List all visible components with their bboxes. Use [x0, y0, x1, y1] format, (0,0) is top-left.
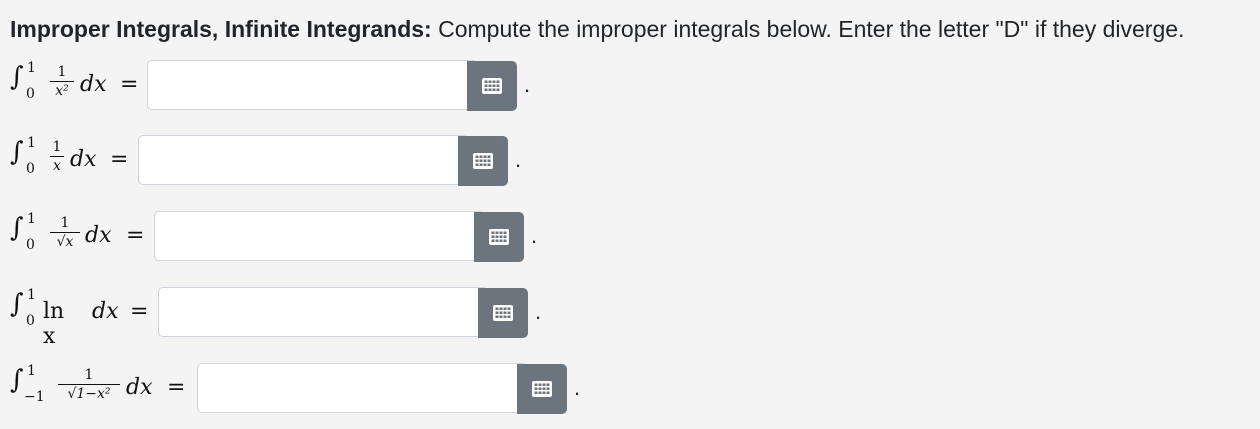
answer-input[interactable]	[154, 211, 484, 261]
fraction: 1 √1−x²	[58, 367, 120, 402]
problem-row-4: ∫ 1 0 ln x dx = .	[10, 287, 542, 349]
math-keyboard-button[interactable]	[467, 61, 517, 111]
problem-row-3: ∫ 1 0 1 √x dx = .	[10, 211, 1250, 265]
integrand: ln x	[43, 299, 65, 349]
lower-limit: 0	[26, 237, 35, 253]
period: .	[531, 223, 538, 248]
lower-limit: −1	[24, 389, 45, 405]
keyboard-icon	[493, 305, 513, 321]
keyboard-icon	[532, 381, 552, 397]
numerator: 1	[84, 367, 94, 383]
differential: dx	[80, 72, 107, 97]
math-keyboard-button[interactable]	[478, 288, 528, 338]
math-keyboard-button[interactable]	[517, 364, 567, 414]
math-keyboard-button[interactable]	[458, 136, 508, 186]
differential: dx	[70, 147, 97, 172]
fraction: 1 √x	[50, 215, 80, 250]
denominator: √1−x²	[67, 386, 111, 402]
answer-input[interactable]	[158, 287, 488, 337]
keyboard-icon	[482, 78, 502, 94]
math-keyboard-button[interactable]	[474, 212, 524, 262]
lower-limit: 0	[26, 86, 35, 102]
upper-limit: 1	[27, 60, 36, 76]
keyboard-icon	[473, 153, 493, 169]
lower-limit: 0	[26, 161, 35, 177]
upper-limit: 1	[27, 211, 36, 227]
instructions-text: Compute the improper integrals below. En…	[431, 16, 1185, 42]
answer-input[interactable]	[147, 60, 477, 110]
upper-limit: 1	[27, 363, 36, 379]
problem-row-5: ∫ 1 −1 1 √1−x² dx = .	[10, 363, 1250, 417]
equals-sign: =	[167, 375, 186, 400]
period: .	[524, 72, 531, 97]
numerator: 1	[57, 64, 67, 80]
differential: dx	[92, 299, 119, 324]
denominator: √x	[56, 234, 74, 250]
keyboard-icon	[489, 229, 509, 245]
differential: dx	[85, 223, 112, 248]
lower-limit: 0	[26, 313, 35, 329]
answer-input[interactable]	[138, 135, 468, 185]
equals-sign: =	[126, 223, 145, 248]
equals-sign: =	[130, 299, 149, 324]
denominator: x²	[55, 83, 69, 99]
equals-sign: =	[120, 72, 139, 97]
problem-row-1: ∫ 1 0 1 x² dx = .	[10, 60, 1250, 114]
fraction: 1 x²	[50, 64, 74, 99]
period: .	[515, 147, 522, 172]
instructions: Improper Integrals, Infinite Integrands:…	[10, 14, 1184, 44]
upper-limit: 1	[27, 287, 36, 303]
numerator: 1	[52, 139, 62, 155]
numerator: 1	[60, 215, 70, 231]
problem-row-2: ∫ 1 0 1 x dx = .	[10, 135, 1250, 189]
instructions-title: Improper Integrals, Infinite Integrands:	[10, 16, 432, 42]
answer-input[interactable]	[197, 363, 527, 413]
period: .	[535, 299, 542, 324]
equals-sign: =	[110, 147, 129, 172]
denominator: x	[53, 158, 61, 174]
upper-limit: 1	[27, 135, 36, 151]
differential: dx	[126, 375, 153, 400]
fraction: 1 x	[50, 139, 64, 174]
period: .	[574, 375, 581, 400]
